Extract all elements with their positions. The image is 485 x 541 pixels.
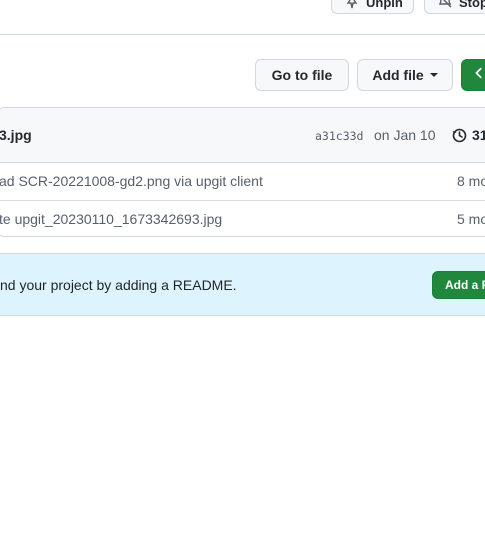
code-icon [472, 66, 485, 85]
file-table: 3.jpg a31c33d on Jan 10 31 ad SCR-202210… [0, 107, 485, 237]
file-age: 5 mo [457, 211, 485, 227]
add-readme-button[interactable]: Add a R [432, 271, 485, 299]
pin-icon [344, 0, 360, 12]
header-divider [0, 34, 485, 35]
bell-slash-icon [437, 0, 453, 12]
readme-banner-text: nd your project by adding a README. [0, 277, 237, 293]
commit-date: on Jan 10 [374, 127, 436, 143]
file-commit-message[interactable]: ad SCR-20221008-gd2.png via upgit client [0, 173, 263, 189]
unpin-button[interactable]: Unpin [331, 0, 414, 14]
add-file-label: Add file [372, 67, 424, 83]
readme-banner: nd your project by adding a README. Add … [0, 253, 485, 316]
chevron-down-icon [429, 73, 438, 77]
code-button[interactable] [461, 59, 485, 91]
unwatch-button[interactable]: Stop [424, 0, 485, 14]
unpin-label: Unpin [366, 0, 403, 10]
file-commit-message[interactable]: te upgit_20230110_1673342693.jpg [0, 211, 222, 227]
file-age: 8 mo [457, 173, 485, 189]
commit-count[interactable]: 31 [472, 127, 485, 143]
file-row: te upgit_20230110_1673342693.jpg 5 mo [0, 201, 485, 236]
add-file-button[interactable]: Add file [357, 59, 453, 91]
add-readme-label: Add a R [445, 278, 485, 292]
latest-commit-row: 3.jpg a31c33d on Jan 10 31 [0, 108, 485, 163]
go-to-file-button[interactable]: Go to file [255, 59, 349, 91]
go-to-file-label: Go to file [271, 67, 333, 83]
file-row: ad SCR-20221008-gd2.png via upgit client… [0, 163, 485, 201]
stop-label: Stop [459, 0, 485, 10]
history-icon[interactable] [451, 127, 467, 148]
commit-sha[interactable]: a31c33d [315, 129, 363, 143]
latest-commit-message[interactable]: 3.jpg [0, 127, 32, 143]
